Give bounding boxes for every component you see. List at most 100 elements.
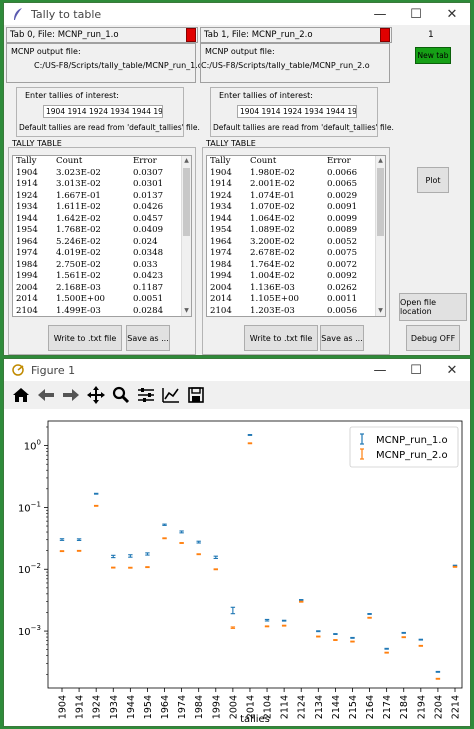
subplots-icon[interactable] — [135, 384, 157, 406]
pan-icon[interactable] — [85, 384, 107, 406]
row-count: 5.246E-02 — [56, 236, 101, 247]
scrollbar[interactable]: ▲ ▼ — [181, 156, 191, 316]
row-tally: 2004 — [210, 282, 232, 293]
x-tick-label: 1944 — [126, 695, 137, 719]
write-txt-button[interactable]: Write to .txt file — [48, 325, 122, 351]
table-row[interactable]: 1984 2.750E-02 0.033 — [13, 260, 191, 272]
close-button[interactable]: ✕ — [434, 359, 470, 381]
x-tick-label: 1964 — [160, 695, 171, 719]
tallies-input[interactable]: 1904 1914 1924 1934 1944 1954 196 — [43, 105, 163, 118]
table-row[interactable]: 1904 3.023E-02 0.0307 — [13, 168, 191, 180]
minimize-button[interactable]: — — [362, 359, 398, 381]
zoom-icon[interactable] — [110, 384, 132, 406]
customize-icon[interactable] — [160, 384, 182, 406]
feather-icon — [10, 6, 26, 22]
table-row[interactable]: 1954 1.089E-02 0.0089 — [207, 225, 385, 237]
tab-0-interest-group: Enter tallies of interest: 1904 1914 192… — [16, 87, 200, 137]
tab-count: 1 — [428, 30, 434, 40]
row-tally: 1964 — [16, 236, 38, 247]
table-row[interactable]: 1964 5.246E-02 0.024 — [13, 237, 191, 249]
table-row[interactable]: 1974 4.019E-02 0.0348 — [13, 248, 191, 260]
table-row[interactable]: 1994 1.004E-02 0.0092 — [207, 271, 385, 283]
table-row[interactable]: 2014 1.105E+00 0.0011 — [207, 294, 385, 306]
table-row[interactable]: 2004 2.168E-03 0.1187 — [13, 283, 191, 295]
row-tally: 1934 — [16, 202, 38, 212]
table-row[interactable]: 1984 1.764E-02 0.0072 — [207, 260, 385, 272]
scroll-down-icon[interactable]: ▼ — [376, 306, 385, 316]
maximize-button[interactable]: ☐ — [398, 3, 434, 25]
open-file-location-button[interactable]: Open file location — [399, 293, 467, 321]
table-row[interactable]: 1934 1.611E-02 0.0426 — [13, 202, 191, 214]
save-as-button[interactable]: Save as ... — [320, 325, 364, 351]
scroll-up-icon[interactable]: ▲ — [182, 156, 191, 166]
scroll-up-icon[interactable]: ▲ — [376, 156, 385, 166]
table-row[interactable]: 2104 1.499E-03 0.0284 — [13, 306, 191, 317]
row-error: 0.0066 — [327, 167, 358, 178]
row-error: 0.0348 — [133, 248, 164, 258]
output-file-path: C:/US-F8/Scripts/tally_table/MCNP_run_1.… — [34, 61, 203, 70]
row-tally: 1944 — [16, 213, 38, 224]
row-count: 2.001E-02 — [250, 179, 295, 189]
tallies-input[interactable]: 1904 1914 1924 1934 1944 1954 196 — [237, 105, 357, 118]
scroll-down-icon[interactable]: ▼ — [182, 306, 191, 316]
table-row[interactable]: 1914 3.013E-02 0.0301 — [13, 179, 191, 191]
tab-1-tally-list[interactable]: Tally Count Error 1904 1.980E-02 0.0066 191… — [206, 155, 386, 317]
table-row[interactable]: 2014 1.500E+00 0.0051 — [13, 294, 191, 306]
forward-icon[interactable] — [60, 384, 82, 406]
new-tab-button[interactable]: New tab — [415, 47, 451, 64]
y-tick-label: 10−1 — [18, 500, 41, 514]
tab-1-close-indicator[interactable] — [380, 28, 390, 42]
table-row[interactable]: 2104 1.203E-03 0.0056 — [207, 306, 385, 317]
tab-0-close-indicator[interactable] — [186, 28, 196, 42]
table-row[interactable]: 1924 1.074E-01 0.0029 — [207, 191, 385, 203]
table-header: Tally Count Error — [207, 156, 385, 168]
table-row[interactable]: 1914 2.001E-02 0.0065 — [207, 179, 385, 191]
row-count: 1.074E-01 — [250, 190, 295, 201]
tab-0-header[interactable]: Tab 0, File: MCNP_run_1.o — [6, 27, 198, 43]
save-as-button[interactable]: Save as ... — [126, 325, 170, 351]
scroll-thumb[interactable] — [377, 168, 384, 236]
x-tick-label: 1994 — [211, 695, 222, 719]
debug-button[interactable]: Debug OFF — [406, 325, 460, 351]
table-row[interactable]: 1994 1.561E-02 0.0423 — [13, 271, 191, 283]
scroll-thumb[interactable] — [183, 168, 190, 236]
row-tally: 1984 — [16, 259, 38, 270]
tally-chart[interactable]: 100 10−1 10−2 10−3 1904 1914 1924 1934 1944 1954 1… — [4, 409, 470, 726]
table-row[interactable]: 1944 1.064E-02 0.0099 — [207, 214, 385, 226]
plot-button[interactable]: Plot — [417, 167, 449, 193]
home-icon[interactable] — [10, 384, 32, 406]
table-row[interactable]: 1934 1.070E-02 0.0091 — [207, 202, 385, 214]
minimize-button[interactable]: — — [362, 3, 398, 25]
write-txt-button[interactable]: Write to .txt file — [244, 325, 318, 351]
x-tick-label: 1974 — [177, 695, 188, 719]
row-tally: 1924 — [210, 190, 232, 201]
tab-1-header[interactable]: Tab 1, File: MCNP_run_2.o — [200, 27, 392, 43]
x-tick-label: 1924 — [92, 695, 103, 719]
table-row[interactable]: 1974 2.678E-02 0.0075 — [207, 248, 385, 260]
x-tick-label: 1914 — [75, 695, 86, 719]
table-row[interactable]: 1924 1.667E-01 0.0137 — [13, 191, 191, 203]
x-tick-label: 1934 — [109, 695, 120, 719]
plot-area[interactable]: 100 10−1 10−2 10−3 1904 1914 1924 1934 1944 1954 1… — [4, 409, 470, 726]
table-row[interactable]: 1904 1.980E-02 0.0066 — [207, 168, 385, 180]
scrollbar[interactable]: ▲ ▼ — [375, 156, 385, 316]
close-button[interactable]: ✕ — [434, 3, 470, 25]
tab-0-tally-list[interactable]: Tally Count Error 1904 3.023E-02 0.0307 191… — [12, 155, 192, 317]
col-count: Count — [250, 156, 277, 166]
row-tally: 1984 — [210, 259, 232, 270]
table-row[interactable]: 2004 1.136E-03 0.0262 — [207, 283, 385, 295]
maximize-button[interactable]: ☐ — [398, 359, 434, 381]
x-tick-label: 2204 — [433, 695, 444, 719]
row-count: 2.168E-03 — [56, 282, 101, 293]
row-error: 0.0072 — [327, 259, 358, 270]
x-tick-label: 2194 — [416, 695, 427, 719]
table-row[interactable]: 1964 3.200E-02 0.0052 — [207, 237, 385, 249]
save-icon[interactable] — [185, 384, 207, 406]
back-icon[interactable] — [35, 384, 57, 406]
table-row[interactable]: 1944 1.642E-02 0.0457 — [13, 214, 191, 226]
table-row[interactable]: 1954 1.768E-02 0.0409 — [13, 225, 191, 237]
row-error: 0.024 — [133, 236, 158, 247]
tab-0-file-panel: MCNP output file: C:/US-F8/Scripts/tally… — [6, 43, 203, 83]
row-tally: 1954 — [210, 225, 232, 235]
row-tally: 1964 — [210, 236, 232, 247]
